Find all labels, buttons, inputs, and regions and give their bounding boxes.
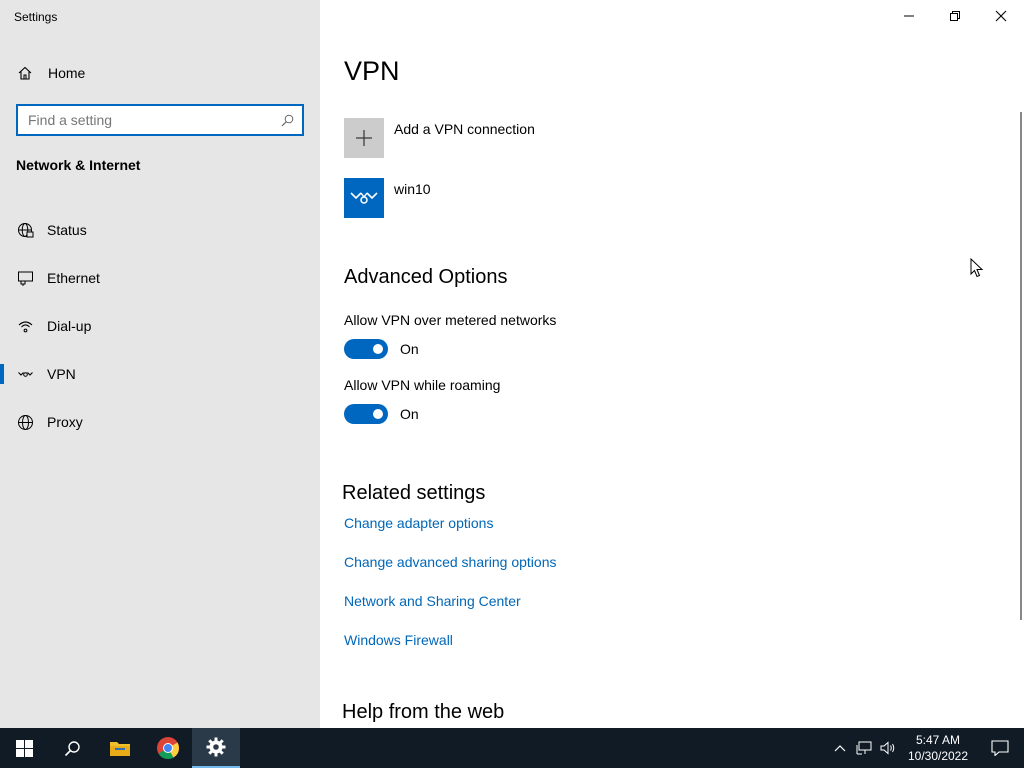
roaming-label: Allow VPN while roaming xyxy=(344,377,501,393)
windows-firewall-link[interactable]: Windows Firewall xyxy=(344,632,453,648)
vpn-connection-tile[interactable] xyxy=(344,178,384,218)
sidebar-item-dialup[interactable]: Dial-up xyxy=(0,302,320,350)
vpn-connection-icon xyxy=(350,192,378,204)
globe-icon xyxy=(16,413,34,431)
sidebar-item-label: Status xyxy=(47,222,87,238)
sidebar: Settings Home Network & Internet Status … xyxy=(0,0,320,728)
page-title: VPN xyxy=(344,56,400,86)
system-tray: 5:47 AM 10/30/2022 xyxy=(828,728,1024,768)
network-tray-button[interactable] xyxy=(852,728,876,768)
mouse-cursor-icon xyxy=(970,257,984,283)
change-adapter-options-link[interactable]: Change adapter options xyxy=(344,515,493,531)
roaming-toggle[interactable] xyxy=(344,404,388,424)
clock-date: 10/30/2022 xyxy=(907,749,969,763)
main-content: VPN Add a VPN connection win10 Advanced … xyxy=(320,0,1024,728)
home-label: Home xyxy=(48,65,86,81)
advanced-options-heading: Advanced Options xyxy=(344,266,508,288)
related-settings-heading: Related settings xyxy=(342,482,486,504)
plus-icon xyxy=(356,130,372,146)
search-icon[interactable] xyxy=(280,113,294,127)
globe-status-icon xyxy=(16,221,34,239)
metered-networks-label: Allow VPN over metered networks xyxy=(344,312,557,328)
sidebar-item-label: Proxy xyxy=(47,414,83,430)
chrome-icon xyxy=(157,737,179,759)
roaming-toggle-state: On xyxy=(400,406,419,422)
home-nav-item[interactable]: Home xyxy=(0,58,320,88)
help-from-web-heading: Help from the web xyxy=(342,701,505,723)
volume-icon xyxy=(880,741,895,755)
ethernet-icon xyxy=(16,269,34,287)
gear-icon xyxy=(206,737,226,757)
vpn-icon xyxy=(16,365,34,383)
taskbar-search-button[interactable] xyxy=(48,728,96,768)
sidebar-item-label: Ethernet xyxy=(47,270,100,286)
search-input[interactable] xyxy=(28,112,280,128)
home-icon xyxy=(16,64,34,82)
dialup-icon xyxy=(16,317,34,335)
sidebar-item-ethernet[interactable]: Ethernet xyxy=(0,254,320,302)
sidebar-nav: Status Ethernet Dial-up VPN Proxy xyxy=(0,206,320,446)
chrome-button[interactable] xyxy=(144,728,192,768)
settings-taskbar-button[interactable] xyxy=(192,728,240,768)
search-box[interactable] xyxy=(16,104,304,136)
add-vpn-label: Add a VPN connection xyxy=(394,121,535,137)
taskbar-clock[interactable]: 5:47 AM 10/30/2022 xyxy=(900,732,976,764)
app-title: Settings xyxy=(14,10,58,24)
metered-networks-toggle[interactable] xyxy=(344,339,388,359)
roaming-toggle-row: On xyxy=(344,404,419,424)
sidebar-item-label: VPN xyxy=(47,366,76,382)
taskbar: 5:47 AM 10/30/2022 xyxy=(0,728,1024,768)
section-title: Network & Internet xyxy=(16,157,141,173)
clock-time: 5:47 AM xyxy=(915,733,961,747)
change-advanced-sharing-link[interactable]: Change advanced sharing options xyxy=(344,554,557,570)
notification-icon xyxy=(991,740,1009,756)
vpn-connection-name: win10 xyxy=(394,181,431,197)
toggle-knob xyxy=(373,409,383,419)
metered-toggle-row: On xyxy=(344,339,419,359)
scrollbar[interactable] xyxy=(1020,112,1022,620)
vpn-connection-item[interactable]: win10 xyxy=(344,178,431,218)
volume-tray-button[interactable] xyxy=(876,728,900,768)
metered-toggle-state: On xyxy=(400,341,419,357)
folder-icon xyxy=(110,742,130,756)
action-center-button[interactable] xyxy=(976,728,1024,768)
add-vpn-tile[interactable] xyxy=(344,118,384,158)
sidebar-item-label: Dial-up xyxy=(47,318,92,334)
sidebar-item-proxy[interactable]: Proxy xyxy=(0,398,320,446)
sidebar-item-vpn[interactable]: VPN xyxy=(0,350,320,398)
show-hidden-icons-button[interactable] xyxy=(828,728,852,768)
windows-logo-icon xyxy=(15,739,33,757)
network-icon xyxy=(856,741,872,755)
network-sharing-center-link[interactable]: Network and Sharing Center xyxy=(344,593,521,609)
search-icon xyxy=(64,740,80,756)
chevron-up-icon xyxy=(834,745,846,752)
start-button[interactable] xyxy=(0,728,48,768)
add-vpn-button[interactable]: Add a VPN connection xyxy=(344,118,535,158)
toggle-knob xyxy=(373,344,383,354)
sidebar-item-status[interactable]: Status xyxy=(0,206,320,254)
file-explorer-button[interactable] xyxy=(96,728,144,768)
